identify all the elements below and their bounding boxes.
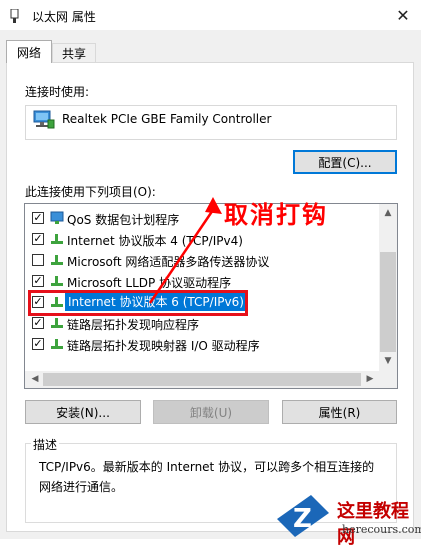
list-item-label: Microsoft 网络适配器多路传送器协议 [67,255,270,269]
network-adapter-icon [33,110,55,129]
list-item[interactable]: ✓ Microsoft LLDP 协议驱动程序 [28,271,368,291]
scroll-left-icon[interactable]: ◀ [27,374,43,384]
list-item[interactable]: Microsoft 网络适配器多路传送器协议 [28,250,368,270]
protocol-icon [51,339,63,349]
watermark-logo: Z [277,495,329,537]
items-label: 此连接使用下列项目(O): [25,185,156,199]
uninstall-button[interactable]: 卸载(U) [153,400,269,424]
ethernet-icon [10,9,19,23]
svg-text:Z: Z [293,504,312,534]
close-icon: ✕ [396,6,410,25]
description-heading: 描述 [31,436,60,453]
configure-button[interactable]: 配置(C)... [293,150,397,174]
protocol-icon [51,276,63,286]
list-item[interactable]: ✓ Internet 协议版本 4 (TCP/IPv4) [28,229,368,249]
install-button[interactable]: 安装(N)... [25,400,141,424]
properties-button[interactable]: 属性(R) [282,400,397,424]
qos-icon [50,211,64,224]
connect-using-label: 连接时使用: [25,85,90,99]
window-title: 以太网 属性 [32,10,96,24]
list-item-label: 链路层拓扑发现响应程序 [67,318,200,332]
highlight-box [28,290,248,316]
scroll-corner [379,371,397,388]
horizontal-scroll-thumb[interactable] [43,373,361,386]
vertical-scroll-thumb[interactable] [380,252,396,352]
list-item[interactable]: ✓ 链路层拓扑发现映射器 I/O 驱动程序 [28,334,368,354]
checkbox[interactable]: ✓ [32,317,44,329]
adapter-name: Realtek PCIe GBE Family Controller [62,112,272,126]
tab-network[interactable]: 网络 [6,40,52,63]
protocol-icon [51,234,63,244]
tab-sharing[interactable]: 共享 [52,43,96,63]
scroll-right-icon[interactable]: ▶ [362,374,378,384]
list-item-label: 链路层拓扑发现映射器 I/O 驱动程序 [67,339,260,353]
list-item-label: Internet 协议版本 4 (TCP/IPv4) [67,234,243,248]
watermark-url: herecours.com [342,523,421,536]
close-button[interactable]: ✕ [387,1,419,30]
protocol-icon [51,318,63,328]
scroll-down-icon[interactable]: ▼ [380,356,396,366]
list-item[interactable]: ✓ 链路层拓扑发现响应程序 [28,313,368,333]
checkbox[interactable]: ✓ [32,212,44,224]
checkbox[interactable]: ✓ [32,338,44,350]
protocol-icon [51,255,63,265]
checkbox[interactable] [32,254,44,266]
list-item-label: QoS 数据包计划程序 [67,213,180,227]
annotation-text: 取消打钩 [224,200,328,229]
checkbox[interactable]: ✓ [32,275,44,287]
checkbox[interactable]: ✓ [32,233,44,245]
scroll-up-icon[interactable]: ▲ [380,208,396,218]
list-item-label: Microsoft LLDP 协议驱动程序 [67,276,232,290]
